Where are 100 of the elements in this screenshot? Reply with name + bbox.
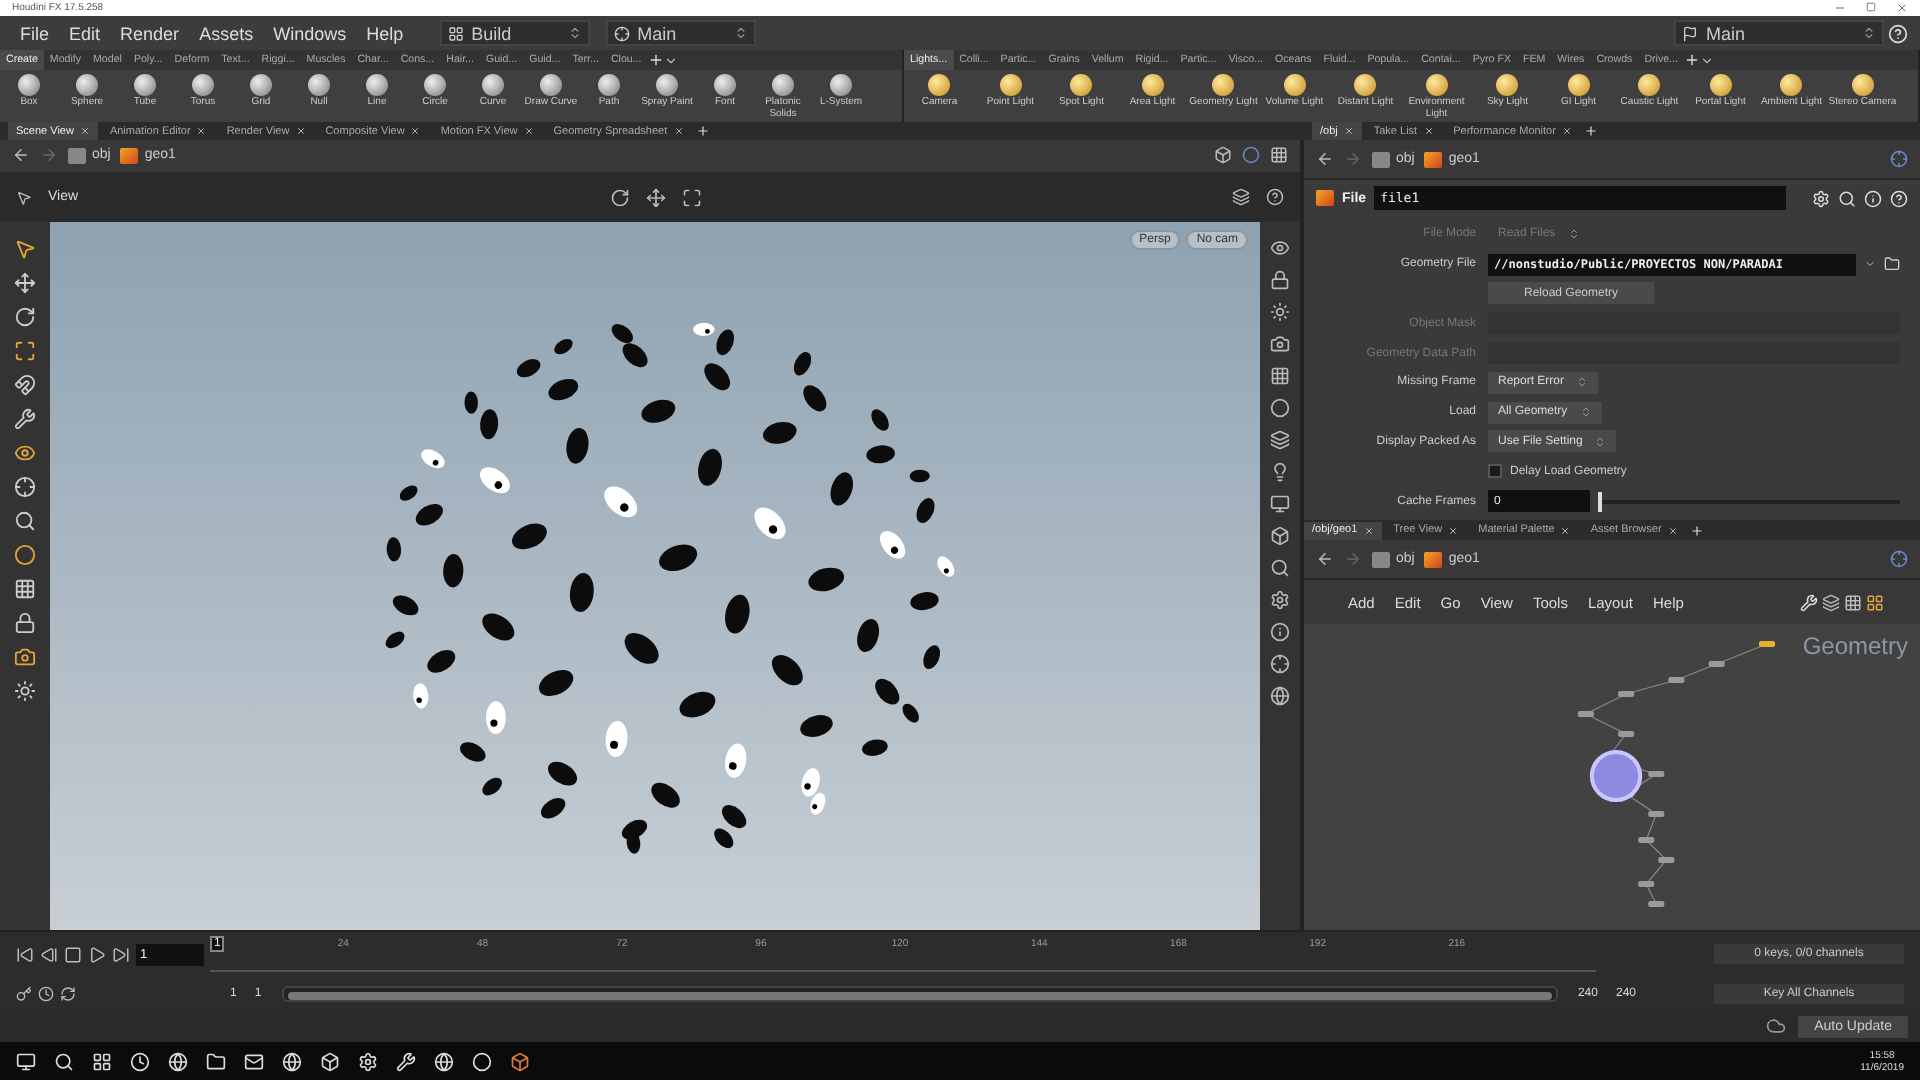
cube-icon[interactable] — [1214, 146, 1232, 165]
tool-icon — [1851, 74, 1874, 96]
menu-item[interactable]: Help — [358, 23, 412, 43]
key-icon[interactable] — [16, 985, 32, 1001]
add-tab-icon[interactable] — [647, 52, 664, 68]
taskbar-app-icon[interactable] — [510, 1051, 530, 1071]
viewport-layout-dropdown[interactable]: Main — [605, 20, 756, 46]
pin-icon[interactable] — [1890, 550, 1908, 568]
help-icon[interactable] — [1888, 23, 1908, 43]
display-option-icon[interactable] — [1270, 654, 1290, 675]
display-option-icon[interactable] — [1270, 686, 1290, 707]
add-tab-icon[interactable] — [1689, 523, 1704, 537]
checkbox[interactable] — [1488, 464, 1502, 479]
display-option-icon[interactable] — [1270, 334, 1290, 355]
pan-icon[interactable] — [645, 187, 666, 208]
tool-icon[interactable] — [14, 374, 36, 397]
tool-icon — [482, 74, 504, 96]
range-slider-fill[interactable] — [287, 991, 1552, 999]
caret-icon[interactable] — [1699, 53, 1714, 67]
display-option-icon[interactable] — [1270, 558, 1290, 579]
grid-icon[interactable] — [1270, 146, 1288, 165]
tool-icon[interactable] — [14, 510, 36, 533]
tool-icon — [76, 74, 98, 96]
wrench-icon[interactable] — [1800, 593, 1818, 611]
tool-icon[interactable] — [14, 442, 36, 465]
pointer-icon[interactable] — [16, 189, 32, 206]
tool-icon — [1283, 74, 1306, 96]
tool-icon[interactable] — [14, 306, 36, 329]
display-option-icon[interactable] — [1270, 462, 1290, 483]
taskbar-app-icon[interactable] — [16, 1051, 36, 1071]
palette-icon[interactable] — [1866, 593, 1884, 611]
tool-icon[interactable] — [14, 612, 36, 635]
add-tab-icon[interactable] — [695, 124, 710, 138]
display-option-icon[interactable] — [1270, 302, 1290, 323]
tool-icon[interactable] — [14, 272, 36, 295]
play-icon[interactable] — [88, 945, 106, 963]
tool-icon — [308, 74, 330, 96]
info-icon[interactable] — [1864, 189, 1882, 207]
shelf-set-dropdown[interactable]: Main — [1674, 20, 1884, 46]
tool-icon[interactable] — [14, 680, 36, 703]
display-option-icon[interactable] — [1270, 494, 1290, 515]
pin-icon[interactable] — [1890, 150, 1908, 168]
display-option-icon[interactable] — [1270, 430, 1290, 451]
tool-icon[interactable] — [14, 646, 36, 669]
menu-item[interactable]: Assets — [191, 23, 262, 43]
help-icon[interactable] — [1266, 188, 1285, 207]
grid-icon[interactable] — [1844, 593, 1862, 611]
caret-icon[interactable] — [1864, 258, 1876, 271]
display-option-icon[interactable] — [1270, 622, 1290, 643]
step-back-icon[interactable] — [40, 945, 58, 963]
range-slider[interactable] — [281, 985, 1558, 1001]
updown-icon — [567, 26, 582, 40]
menu-item[interactable]: Edit — [61, 23, 109, 43]
tree-icon[interactable] — [1822, 593, 1840, 611]
desktop-dropdown[interactable]: Build — [439, 20, 590, 46]
add-tab-icon[interactable] — [1583, 124, 1598, 138]
display-option-icon[interactable] — [1270, 398, 1290, 419]
taskbar-app-icon[interactable] — [92, 1051, 112, 1071]
tool-icon — [18, 74, 40, 96]
search-icon[interactable] — [1838, 189, 1856, 207]
add-tab-icon[interactable] — [1683, 52, 1700, 68]
tool-icon — [714, 74, 736, 96]
display-option-icon[interactable] — [1270, 590, 1290, 611]
menu-item[interactable]: Windows — [265, 23, 355, 43]
jump-end-icon[interactable] — [112, 945, 130, 963]
selected-node[interactable] — [1589, 750, 1643, 802]
stop-icon[interactable] — [64, 945, 82, 963]
loop-icon[interactable] — [60, 985, 76, 1001]
updown-icon — [1862, 26, 1876, 40]
display-option-icon[interactable] — [1270, 526, 1290, 547]
zoom-icon[interactable] — [681, 187, 702, 208]
tool-icon[interactable] — [14, 578, 36, 601]
menu-item[interactable]: File — [12, 23, 58, 43]
display-option-icon[interactable] — [1270, 366, 1290, 387]
menu-item[interactable]: Render — [112, 23, 188, 43]
display-option-icon[interactable] — [1270, 270, 1290, 291]
clock-icon[interactable] — [38, 985, 54, 1001]
tool-icon[interactable] — [14, 340, 36, 363]
settings-icon[interactable] — [1812, 189, 1830, 207]
maximize-icon[interactable] — [1866, 2, 1876, 12]
back-icon[interactable] — [12, 146, 30, 165]
tool-icon — [1070, 74, 1093, 96]
back-icon[interactable] — [1316, 150, 1334, 168]
tool-icon[interactable] — [14, 238, 36, 261]
tool-icon[interactable] — [14, 408, 36, 431]
tool-icon — [1780, 74, 1803, 96]
back-icon[interactable] — [1316, 550, 1334, 568]
tool-icon — [830, 74, 852, 96]
tool-icon[interactable] — [14, 544, 36, 567]
jump-start-icon[interactable] — [16, 945, 34, 963]
tool-icon[interactable] — [14, 476, 36, 499]
file-chooser-icon[interactable] — [1884, 256, 1900, 273]
tool-icon — [366, 74, 388, 96]
help-icon[interactable] — [1890, 189, 1908, 207]
close-icon[interactable] — [1896, 2, 1908, 14]
tool-icon — [134, 74, 156, 96]
caret-icon[interactable] — [663, 53, 678, 67]
layers-icon[interactable] — [1232, 188, 1251, 207]
tumble-icon[interactable] — [609, 187, 630, 208]
display-option-icon[interactable] — [1270, 238, 1290, 259]
